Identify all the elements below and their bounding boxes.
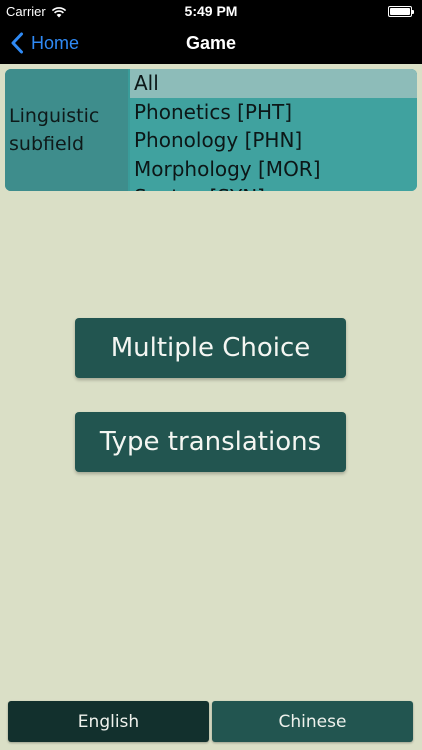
picker-option-morphology[interactable]: Morphology [MOR] — [130, 155, 417, 184]
navigation-bar: Home Game — [0, 22, 422, 64]
chinese-button[interactable]: Chinese — [212, 701, 413, 742]
picker-option-all[interactable]: All — [130, 69, 417, 98]
picker-option-phonology[interactable]: Phonology [PHN] — [130, 126, 417, 155]
picker-option-phonetics[interactable]: Phonetics [PHT] — [130, 98, 417, 127]
status-time: 5:49 PM — [184, 3, 238, 19]
multiple-choice-button[interactable]: Multiple Choice — [75, 318, 346, 378]
status-bar: Carrier 5:49 PM — [0, 0, 422, 22]
battery-fill — [390, 8, 410, 15]
page-title: Game — [185, 33, 237, 53]
picker-option-syntax[interactable]: Syntax [SYN] — [130, 183, 417, 191]
subfield-picker-panel: Linguistic subfield All Phonetics [PHT] … — [5, 69, 417, 191]
english-button[interactable]: English — [8, 701, 209, 742]
picker-label: Linguistic subfield — [5, 69, 128, 191]
battery-icon — [388, 6, 414, 17]
subfield-picker[interactable]: All Phonetics [PHT] Phonology [PHN] Morp… — [130, 69, 417, 191]
type-translations-button[interactable]: Type translations — [75, 412, 346, 472]
